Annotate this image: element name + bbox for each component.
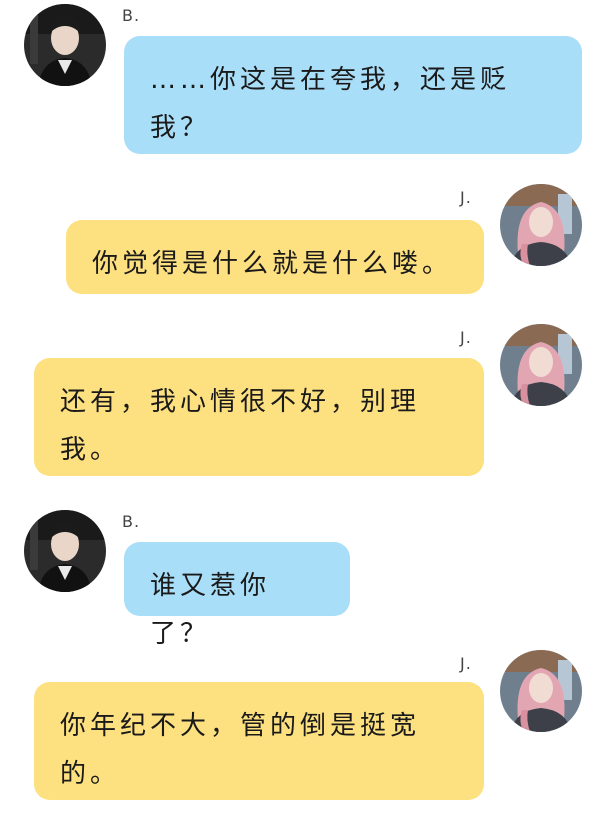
message-bubble[interactable]: 你觉得是什么就是什么喽。 xyxy=(66,220,484,294)
message-bubble[interactable]: 还有，我心情很不好，别理我。 xyxy=(34,358,484,476)
message-row-5: J. 你年纪不大，管的倒是挺宽的。 xyxy=(0,644,607,818)
male-avatar-icon[interactable] xyxy=(24,4,106,86)
message-bubble[interactable]: 你年纪不大，管的倒是挺宽的。 xyxy=(34,682,484,800)
message-row-1: B. ……你这是在夸我，还是贬我？ xyxy=(0,0,607,170)
message-row-4: B. 谁又惹你了？ xyxy=(0,500,607,649)
sender-name: B. xyxy=(122,512,141,531)
female-avatar-icon[interactable] xyxy=(500,650,582,732)
sender-name: J. xyxy=(460,188,472,207)
message-row-3: J. 还有，我心情很不好，别理我。 xyxy=(0,318,607,488)
female-avatar-icon[interactable] xyxy=(500,324,582,406)
sender-name: B. xyxy=(122,6,141,25)
message-row-2: J. 你觉得是什么就是什么喽。 xyxy=(0,180,607,300)
sender-name: J. xyxy=(460,328,472,347)
sender-name: J. xyxy=(460,654,472,673)
message-bubble[interactable]: 谁又惹你了？ xyxy=(124,542,350,649)
female-avatar-icon[interactable] xyxy=(500,184,582,266)
message-bubble[interactable]: ……你这是在夸我，还是贬我？ xyxy=(124,36,582,154)
male-avatar-icon[interactable] xyxy=(24,510,106,592)
